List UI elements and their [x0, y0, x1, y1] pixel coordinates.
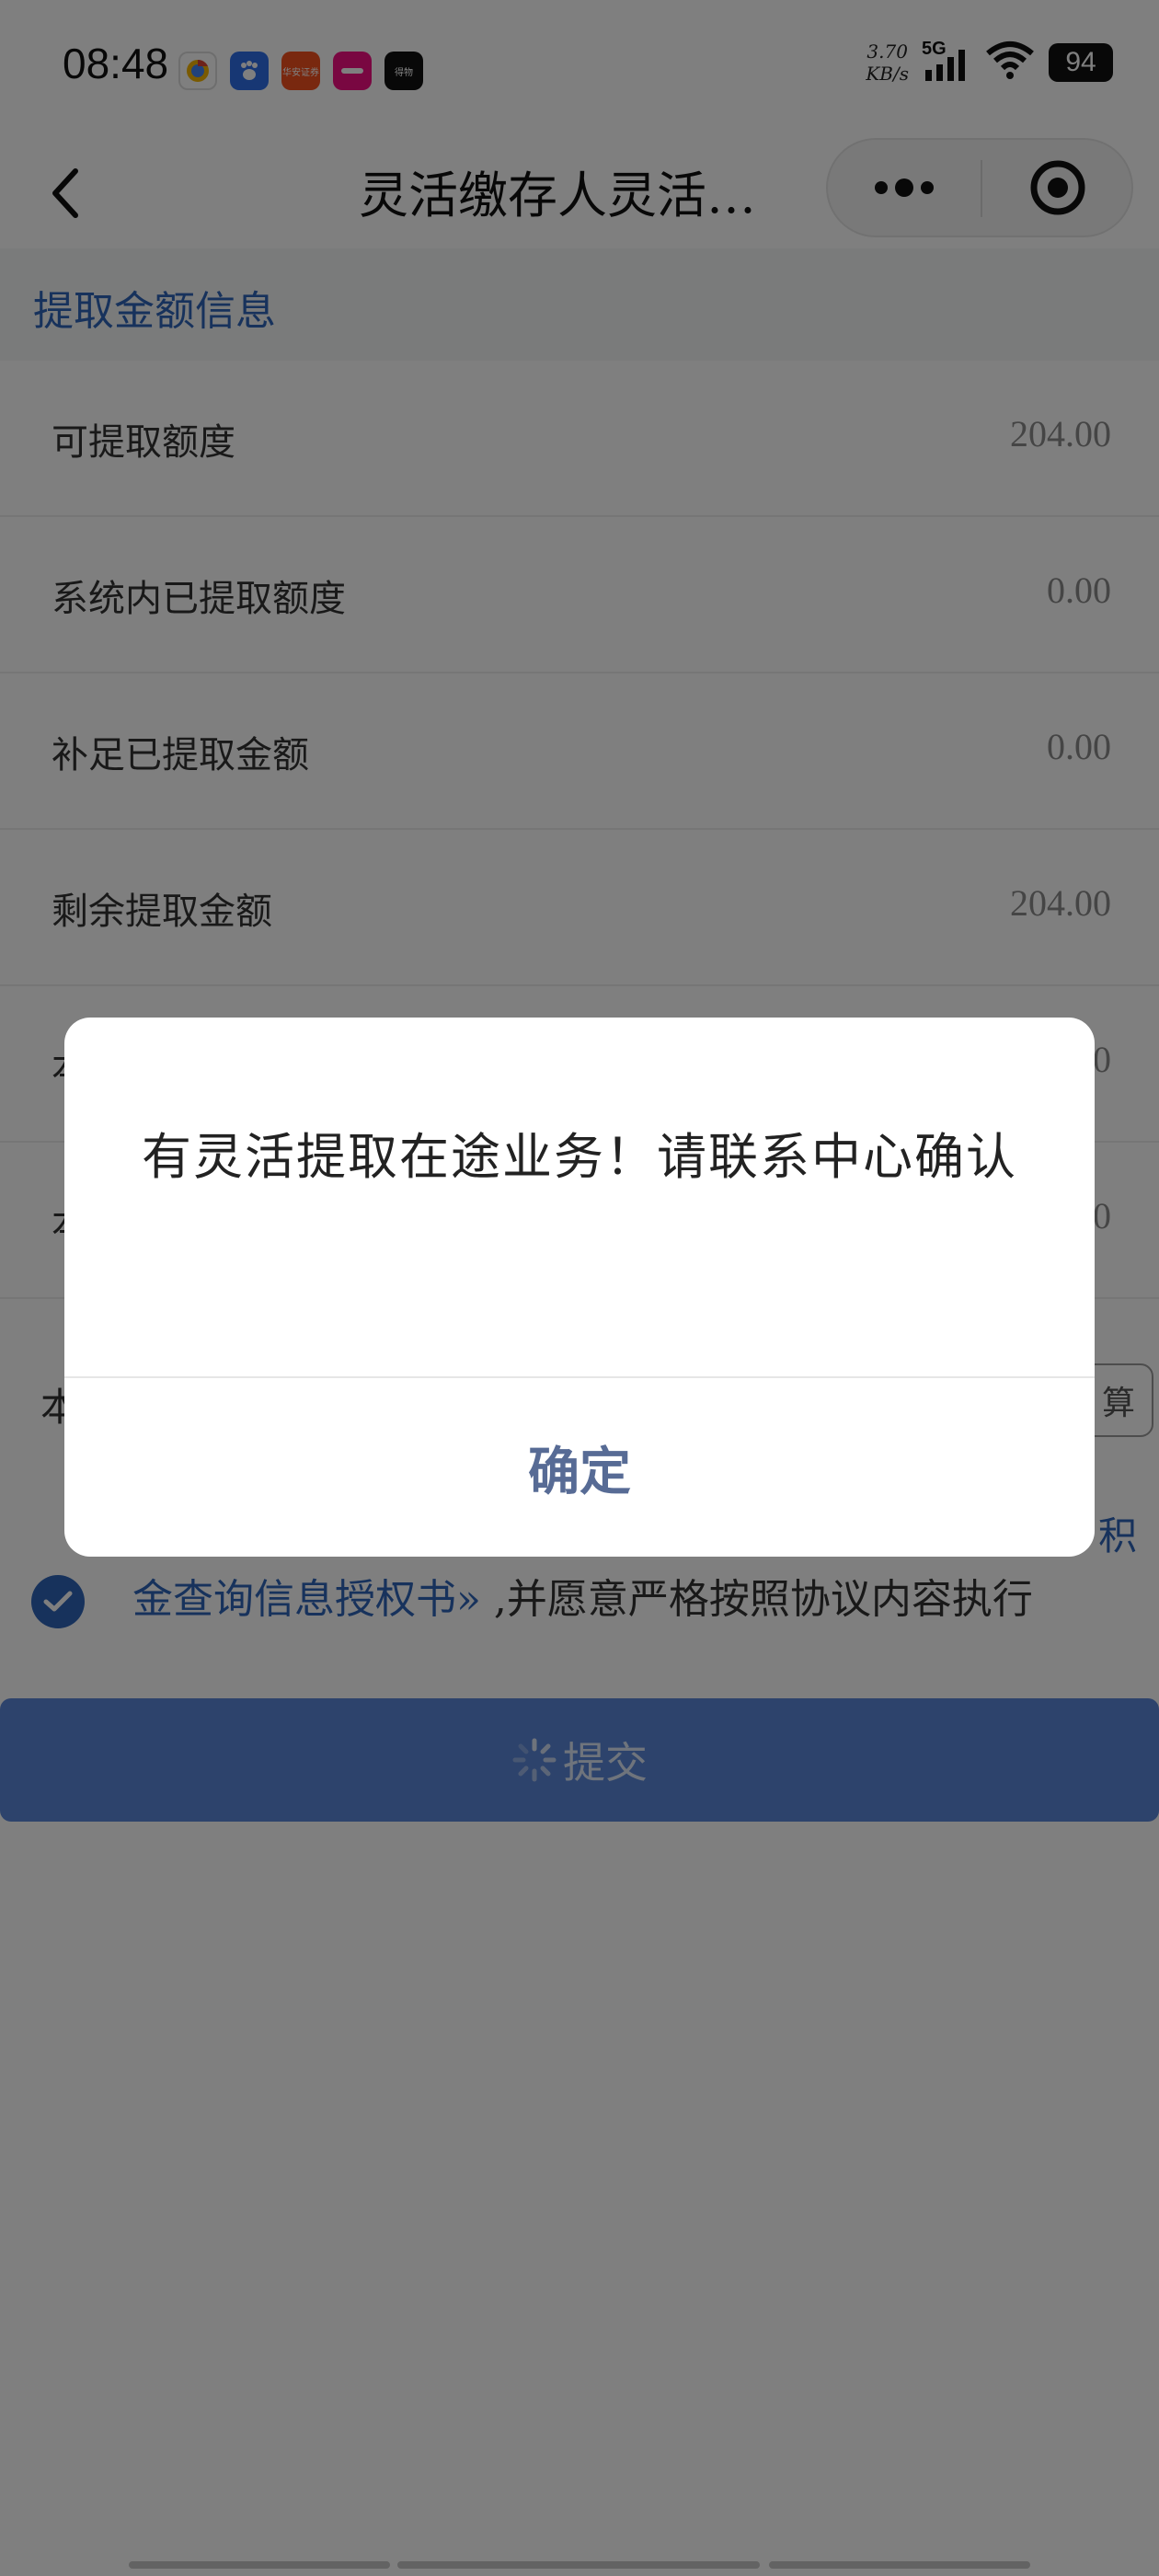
alert-dialog: 有灵活提取在途业务！请联系中心确认 确定 — [64, 1018, 1095, 1557]
confirm-button[interactable]: 确定 — [64, 1378, 1095, 1557]
app-screen: 08:48 华安证券 得物 3.70 KB/s 5G — [0, 0, 1159, 2576]
dialog-message: 有灵活提取在途业务！请联系中心确认 — [142, 1128, 1017, 1186]
